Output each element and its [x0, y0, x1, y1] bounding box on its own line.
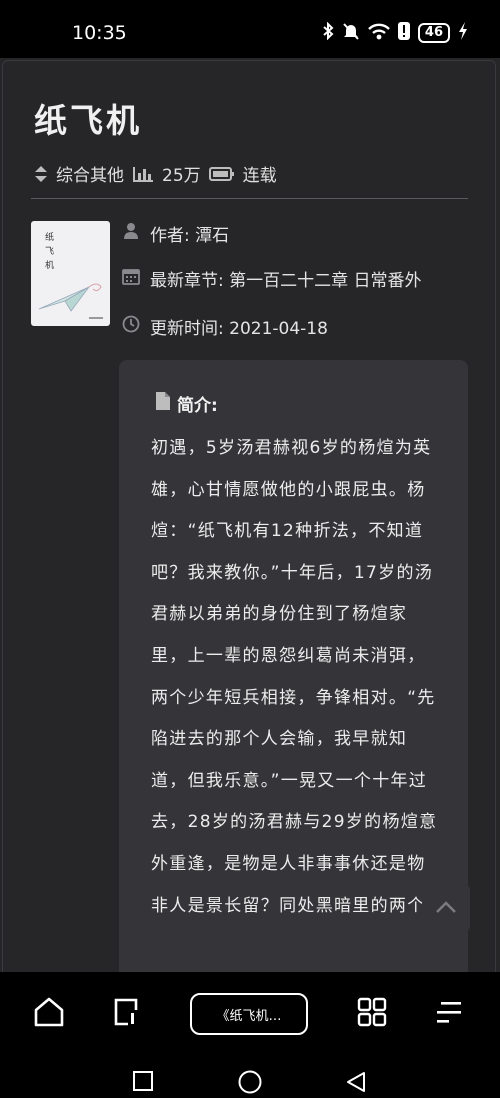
- person-icon: [122, 222, 140, 245]
- wifi-icon: [368, 22, 390, 44]
- bar-chart-icon: [132, 165, 154, 183]
- bottom-nav: 《纸飞机…: [0, 972, 500, 1057]
- back-button[interactable]: [345, 1071, 367, 1097]
- nav-bookshelf-button[interactable]: [106, 994, 146, 1034]
- home-icon: [33, 997, 65, 1031]
- bookshelf-icon: [110, 996, 142, 1032]
- book-word-count: 25万: [162, 166, 201, 186]
- scroll-to-top-button[interactable]: [422, 884, 470, 932]
- paper-plane-illustration: [38, 283, 103, 319]
- system-nav-bar: [0, 1057, 500, 1097]
- update-time: 更新时间: 2021-04-18: [150, 319, 328, 339]
- calendar-icon: [122, 267, 140, 290]
- clock-icon: [122, 315, 140, 338]
- battery-indicator: 46: [417, 23, 450, 43]
- latest-chapter-line: 最新章节: 第一百二十二章 日常番外: [122, 266, 422, 291]
- book-category: 综合其他: [56, 166, 124, 186]
- nav-menu-button[interactable]: [429, 994, 469, 1034]
- status-time: 10:35: [72, 22, 127, 44]
- status-icons: 46: [322, 21, 468, 44]
- status-bar: 10:35 46: [0, 0, 500, 58]
- nav-home-button[interactable]: [29, 994, 69, 1034]
- chevron-up-icon: [435, 899, 457, 918]
- battery-full-icon: [208, 166, 235, 182]
- author-line: 作者: 潭石: [122, 221, 229, 246]
- divider: [31, 198, 468, 199]
- charging-icon: [458, 22, 468, 44]
- update-time-line: 更新时间: 2021-04-18: [122, 314, 328, 339]
- document-icon: [155, 391, 171, 416]
- bluetooth-icon: [322, 21, 334, 44]
- book-meta-row: 综合其他 25万 连载: [34, 161, 277, 186]
- menu-icon: [435, 999, 463, 1029]
- sort-icon: [34, 165, 48, 183]
- intro-heading-label: 简介:: [177, 396, 218, 416]
- alert-icon: [397, 22, 410, 44]
- recents-button[interactable]: [133, 1071, 153, 1095]
- nav-category-button[interactable]: [352, 994, 392, 1034]
- book-title: 纸飞机: [34, 101, 142, 140]
- intro-panel: 简介: 初遇，5岁汤君赫视6岁的杨煊为英雄，心甘情愿做他的小跟屁虫。杨煊：“纸飞…: [119, 360, 468, 972]
- mute-icon: [342, 22, 360, 44]
- book-author[interactable]: 作者: 潭石: [150, 221, 229, 246]
- intro-text: 初遇，5岁汤君赫视6岁的杨煊为英雄，心甘情愿做他的小跟屁虫。杨煊：“纸飞机有12…: [151, 438, 438, 916]
- home-system-button[interactable]: [238, 1070, 262, 1098]
- book-cover[interactable]: 纸飞机: [31, 221, 110, 326]
- intro-heading: 简介:: [155, 391, 218, 416]
- latest-chapter[interactable]: 最新章节: 第一百二十二章 日常番外: [150, 266, 422, 291]
- grid-icon: [357, 997, 387, 1031]
- book-detail-page: 纸飞机 综合其他 25万 连载 纸飞机 作者: 潭石 最新章节: 第一百二十二章…: [0, 58, 500, 972]
- book-status: 连载: [242, 166, 277, 186]
- current-book-button[interactable]: 《纸飞机…: [190, 993, 308, 1035]
